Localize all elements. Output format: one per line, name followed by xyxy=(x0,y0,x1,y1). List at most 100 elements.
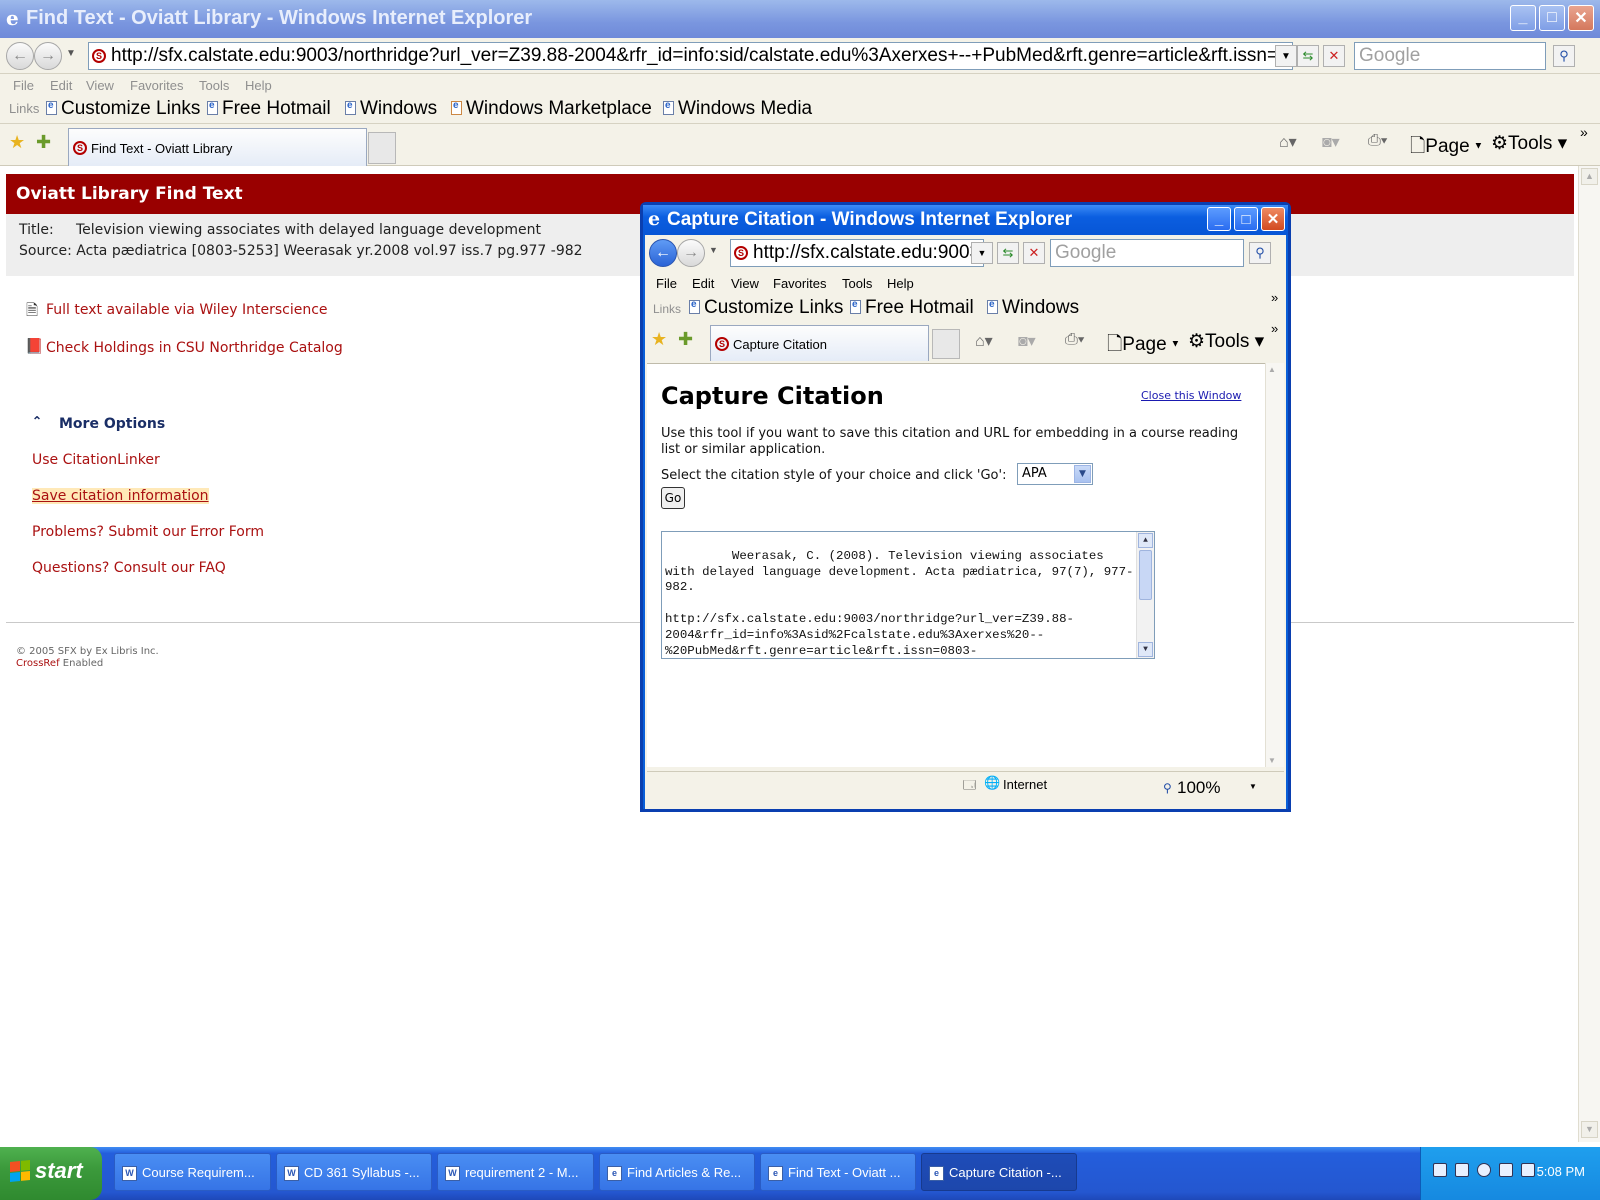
volume-tray-icon[interactable] xyxy=(1521,1163,1535,1177)
popup-new-tab-button[interactable] xyxy=(932,329,960,359)
popup-history-dropdown-icon[interactable]: ▼ xyxy=(709,245,718,255)
citation-textarea[interactable]: Weerasak, C. (2008). Television viewing … xyxy=(661,531,1155,659)
start-button[interactable]: start xyxy=(0,1147,102,1200)
network-tray-icon[interactable] xyxy=(1455,1163,1469,1177)
chevron-down-icon[interactable]: ▼ xyxy=(1074,465,1091,483)
faq-link[interactable]: Questions? Consult our FAQ xyxy=(32,560,226,576)
history-dropdown-icon[interactable]: ▼ xyxy=(66,48,76,59)
main-vertical-scrollbar[interactable]: ▲ ▼ xyxy=(1578,166,1600,1142)
popup-menu-help[interactable]: Help xyxy=(887,276,914,291)
popup-title-bar[interactable]: e Capture Citation - Windows Internet Ex… xyxy=(643,205,1288,235)
popup-menu-view[interactable]: View xyxy=(731,276,759,291)
fulltext-link[interactable]: Full text available via Wiley Interscien… xyxy=(46,302,328,318)
taskbar-item-find-articles[interactable]: e Find Articles & Re... xyxy=(599,1153,755,1191)
favorites-center-star-icon[interactable]: ★ xyxy=(9,132,25,153)
link-customize-links[interactable]: Customize Links xyxy=(46,98,200,120)
citation-style-select[interactable]: APA ▼ xyxy=(1017,463,1093,485)
more-options-heading[interactable]: More Options xyxy=(59,416,165,432)
link-windows-media[interactable]: Windows Media xyxy=(663,98,812,120)
popup-link-free-hotmail[interactable]: Free Hotmail xyxy=(850,297,974,319)
menu-view[interactable]: View xyxy=(86,78,114,93)
taskbar-item-find-text[interactable]: e Find Text - Oviatt ... xyxy=(760,1153,916,1191)
textarea-scrollbar[interactable]: ▲ ▼ xyxy=(1136,532,1154,658)
print-icon[interactable]: ⎙▾ xyxy=(1368,132,1388,150)
back-button[interactable]: ← xyxy=(6,42,34,70)
save-citation-link[interactable]: Save citation information xyxy=(32,488,209,504)
close-window-link[interactable]: Close this Window xyxy=(1141,389,1241,402)
popup-forward-button[interactable]: → xyxy=(677,239,705,267)
zoom-level[interactable]: 100% xyxy=(1177,778,1220,798)
popup-menu-tools[interactable]: Tools xyxy=(842,276,872,291)
add-favorite-star-icon[interactable]: ✚ xyxy=(36,132,51,153)
address-input[interactable]: S http://sfx.calstate.edu:9003/northridg… xyxy=(88,42,1293,70)
chevron-more-icon[interactable]: » xyxy=(1580,124,1588,140)
search-input[interactable]: Google xyxy=(1354,42,1546,70)
home-icon[interactable]: ⌂▾ xyxy=(1279,132,1297,152)
scroll-up-arrow-icon[interactable]: ▲ xyxy=(1138,533,1153,548)
minimize-button[interactable]: _ xyxy=(1510,5,1536,31)
popup-print-icon[interactable]: ⎙▾ xyxy=(1065,331,1085,349)
popup-search-input[interactable]: Google xyxy=(1050,239,1244,267)
scroll-down-arrow-icon[interactable]: ▼ xyxy=(1138,642,1153,657)
menu-tools[interactable]: Tools xyxy=(199,78,229,93)
security-tray-icon[interactable] xyxy=(1499,1163,1513,1177)
popup-stop-button[interactable]: ✕ xyxy=(1023,242,1045,264)
popup-tab-capture-citation[interactable]: S Capture Citation xyxy=(710,325,929,361)
popup-address-dropdown-button[interactable]: ▼ xyxy=(971,242,993,264)
popup-maximize-button[interactable]: □ xyxy=(1234,207,1258,231)
popup-page-menu[interactable]: 🗋Page ▾ xyxy=(1107,330,1179,362)
popup-link-windows[interactable]: Windows xyxy=(987,297,1079,319)
address-dropdown-button[interactable]: ▼ xyxy=(1275,45,1297,67)
popup-feeds-icon[interactable]: ◙▾ xyxy=(1018,331,1036,351)
popup-vertical-scrollbar[interactable]: ▲ ▼ xyxy=(1265,363,1284,767)
taskbar-item-cd361-syllabus[interactable]: W CD 361 Syllabus -... xyxy=(276,1153,432,1191)
popup-add-favorite-icon[interactable]: ✚ xyxy=(678,329,693,350)
scroll-down-arrow-icon[interactable]: ▼ xyxy=(1268,756,1276,765)
popup-link-customize-links[interactable]: Customize Links xyxy=(689,297,843,319)
menu-help[interactable]: Help xyxy=(245,78,272,93)
popup-favorites-star-icon[interactable]: ★ xyxy=(651,329,667,350)
scroll-up-arrow-icon[interactable]: ▲ xyxy=(1581,168,1598,185)
popup-refresh-button[interactable]: ⇆ xyxy=(997,242,1019,264)
scroll-down-arrow-icon[interactable]: ▼ xyxy=(1581,1121,1598,1138)
refresh-button[interactable]: ⇆ xyxy=(1297,45,1319,67)
feeds-icon[interactable]: ◙▾ xyxy=(1322,132,1340,152)
taskbar-item-requirement-2[interactable]: Wrequirement 2 - M... xyxy=(437,1153,594,1191)
forward-button[interactable]: → xyxy=(34,42,62,70)
zoom-dropdown-icon[interactable]: ▼ xyxy=(1249,782,1257,791)
maximize-button[interactable]: □ xyxy=(1539,5,1565,31)
menu-favorites[interactable]: Favorites xyxy=(130,78,183,93)
go-button[interactable]: Go xyxy=(661,487,685,509)
menu-edit[interactable]: Edit xyxy=(50,78,72,93)
popup-menu-file[interactable]: File xyxy=(656,276,677,291)
crossref-link[interactable]: CrossRef xyxy=(16,658,60,669)
popup-menu-favorites[interactable]: Favorites xyxy=(773,276,826,291)
popup-close-button[interactable]: ✕ xyxy=(1261,207,1285,231)
popup-tools-menu[interactable]: ⚙Tools ▾ xyxy=(1188,330,1264,353)
popup-minimize-button[interactable]: _ xyxy=(1207,207,1231,231)
new-tab-button[interactable] xyxy=(368,132,396,164)
link-windows[interactable]: Windows xyxy=(345,98,437,120)
popup-address-input[interactable]: S http://sfx.calstate.edu:9003/northridg… xyxy=(730,239,984,267)
collapse-caret-icon[interactable]: ⌃ xyxy=(32,414,42,428)
stop-button[interactable]: ✕ xyxy=(1323,45,1345,67)
popup-chevron-more-icon[interactable]: » xyxy=(1271,290,1278,305)
page-menu[interactable]: 🗋Page ▾ xyxy=(1410,132,1482,164)
tools-menu[interactable]: ⚙Tools ▾ xyxy=(1491,132,1567,155)
link-windows-marketplace[interactable]: Windows Marketplace xyxy=(451,98,652,120)
citationlinker-link[interactable]: Use CitationLinker xyxy=(32,452,160,468)
taskbar-item-course-requirements[interactable]: W Course Requirem... xyxy=(114,1153,271,1191)
scroll-up-arrow-icon[interactable]: ▲ xyxy=(1268,365,1276,374)
close-button[interactable]: ✕ xyxy=(1568,5,1594,31)
taskbar-item-capture-citation[interactable]: e Capture Citation -... xyxy=(921,1153,1077,1191)
error-form-link[interactable]: Problems? Submit our Error Form xyxy=(32,524,264,540)
search-button[interactable]: ⚲ xyxy=(1553,45,1575,67)
popup-search-button[interactable]: ⚲ xyxy=(1249,242,1271,264)
tab-find-text[interactable]: S Find Text - Oviatt Library xyxy=(68,128,367,166)
holdings-link[interactable]: Check Holdings in CSU Northridge Catalog xyxy=(46,340,343,356)
link-free-hotmail[interactable]: Free Hotmail xyxy=(207,98,331,120)
menu-file[interactable]: File xyxy=(13,78,34,93)
popup-menu-edit[interactable]: Edit xyxy=(692,276,714,291)
scroll-thumb[interactable] xyxy=(1139,550,1152,600)
popup-home-icon[interactable]: ⌂▾ xyxy=(975,331,993,351)
